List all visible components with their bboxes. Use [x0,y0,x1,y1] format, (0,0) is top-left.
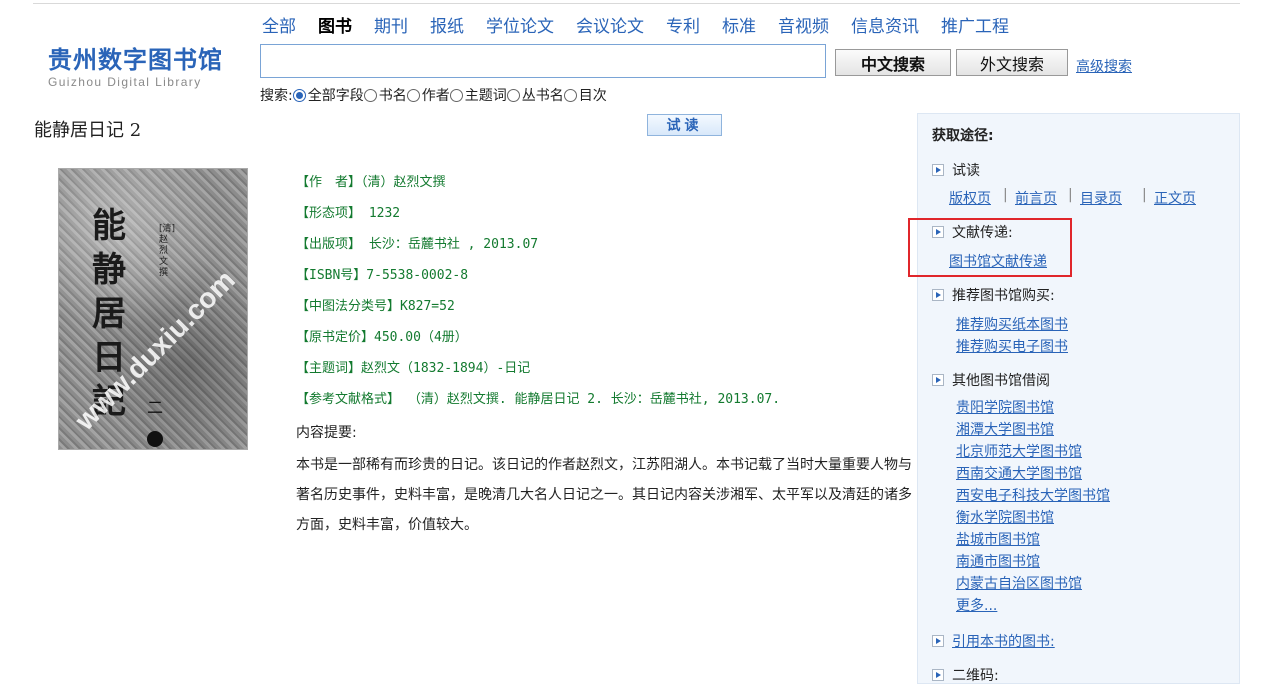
cover-author: [清]赵烈文撰 [159,224,176,278]
nav-standards[interactable]: 标准 [722,12,756,37]
book-title: 能静居日记 2 [34,120,142,141]
library-link[interactable]: 内蒙古自治区图书馆 [956,573,1110,595]
panel-title: 获取途径: [932,128,994,144]
nav-info[interactable]: 信息资讯 [851,12,919,37]
nav-theses[interactable]: 学位论文 [486,12,554,37]
field-option-title[interactable]: 书名 [363,85,407,105]
library-link[interactable]: 西南交通大学图书馆 [956,463,1110,485]
category-nav: 全部 图书 期刊 报纸 学位论文 会议论文 专利 标准 音视频 信息资讯 推广工… [262,12,1031,37]
section-recommend: 推荐图书馆购买: [932,285,1055,305]
section-cited[interactable]: 引用本书的图书: [932,631,1055,651]
section-trial: 试读 [932,160,980,180]
library-link[interactable]: 衡水学院图书馆 [956,507,1110,529]
meta-citation: 【参考文献格式】 （清）赵烈文撰. 能静居日记 2. 长沙：岳麓书社, 2013… [296,392,781,407]
play-icon [932,289,944,301]
library-link[interactable]: 北京师范大学图书馆 [956,441,1110,463]
cited-books-link[interactable]: 引用本书的图书: [952,631,1055,651]
chinese-search-button[interactable]: 中文搜索 [835,49,951,76]
try-read-button[interactable]: 试读 [647,114,722,136]
field-option-toc[interactable]: 目次 [563,85,607,105]
nav-all[interactable]: 全部 [262,12,296,37]
book-summary: 本书是一部稀有而珍贵的日记。该日记的作者赵烈文，江苏阳湖人。本书记载了当时大量重… [296,457,912,533]
advanced-search-link[interactable]: 高级搜索 [1076,56,1132,76]
play-icon [932,374,944,386]
cover-volume: 二 [147,398,164,417]
top-divider [33,3,1240,4]
highlight-box [908,218,1072,277]
nav-promotion[interactable]: 推广工程 [941,12,1009,37]
field-option-subject[interactable]: 主题词 [449,85,507,105]
trial-preface-link[interactable]: 前言页 [1015,188,1057,208]
library-link[interactable]: 湘潭大学图书馆 [956,419,1110,441]
separator: | [1142,187,1147,203]
meta-author: 【作 者】（清）赵烈文撰 [296,175,446,190]
recommend-paper-link[interactable]: 推荐购买纸本图书 [956,314,1068,334]
play-icon [932,669,944,681]
trial-copyright-link[interactable]: 版权页 [949,188,991,208]
site-logo[interactable]: 贵州数字图书馆 Guizhou Digital Library [48,40,238,89]
field-option-all[interactable]: 全部字段 [292,85,364,105]
library-link[interactable]: 南通市图书馆 [956,551,1110,573]
meta-price: 【原书定价】450.00（4册） [296,330,468,345]
meta-pages: 【形态项】 1232 [296,206,401,221]
logo-en-text: Guizhou Digital Library [48,75,202,89]
meta-isbn: 【ISBN号】7-5538-0002-8 [296,268,469,283]
access-panel: 获取途径: 试读 版权页 | 前言页 | 目录页 | 正文页 文献传递: 图书馆… [917,113,1240,684]
book-cover-image: 能静居日記 [清]赵烈文撰 二 www.duxiu.com [58,168,248,450]
other-library-list: 贵阳学院图书馆 湘潭大学图书馆 北京师范大学图书馆 西南交通大学图书馆 西安电子… [956,397,1110,617]
nav-conferences[interactable]: 会议论文 [576,12,644,37]
cover-seal-icon [147,431,163,447]
meta-subject: 【主题词】赵烈文（1832-1894）-日记 [296,361,531,376]
logo-cn-text: 贵州数字图书馆 [48,46,223,74]
search-input[interactable] [260,44,826,78]
library-link[interactable]: 西安电子科技大学图书馆 [956,485,1110,507]
radio-icon[interactable] [563,88,577,102]
search-field-options: 搜索: 全部字段 书名 作者 主题词 丛书名 目次 [260,85,607,105]
section-other-libraries: 其他图书馆借阅 [932,370,1050,390]
play-icon [932,164,944,176]
field-option-author[interactable]: 作者 [406,85,450,105]
search-field-label: 搜索: [260,88,293,104]
trial-toc-link[interactable]: 目录页 [1080,188,1122,208]
nav-patents[interactable]: 专利 [666,12,700,37]
radio-icon[interactable] [506,88,520,102]
nav-books[interactable]: 图书 [318,12,352,37]
more-libraries-link[interactable]: 更多... [956,595,1110,617]
meta-classification: 【中图法分类号】K827=52 [296,299,455,314]
library-link[interactable]: 盐城市图书馆 [956,529,1110,551]
radio-icon[interactable] [363,88,377,102]
radio-checked-icon[interactable] [292,88,306,102]
section-qrcode: 二维码: [932,665,999,684]
separator: | [1068,187,1073,203]
meta-publisher: 【出版项】 长沙：岳麓书社 , 2013.07 [296,237,539,252]
nav-journals[interactable]: 期刊 [374,12,408,37]
separator: | [1003,187,1008,203]
nav-av[interactable]: 音视频 [778,12,829,37]
book-metadata: 【作 者】（清）赵烈文撰 【形态项】 1232 【出版项】 长沙：岳麓书社 , … [296,172,916,420]
recommend-ebook-link[interactable]: 推荐购买电子图书 [956,336,1068,356]
radio-icon[interactable] [449,88,463,102]
field-option-series[interactable]: 丛书名 [506,85,564,105]
radio-icon[interactable] [406,88,420,102]
play-icon [932,635,944,647]
library-link[interactable]: 贵阳学院图书馆 [956,397,1110,419]
trial-text-link[interactable]: 正文页 [1154,188,1196,208]
foreign-search-button[interactable]: 外文搜索 [956,49,1068,76]
nav-newspapers[interactable]: 报纸 [430,12,464,37]
summary-label: 内容提要: [296,425,357,441]
